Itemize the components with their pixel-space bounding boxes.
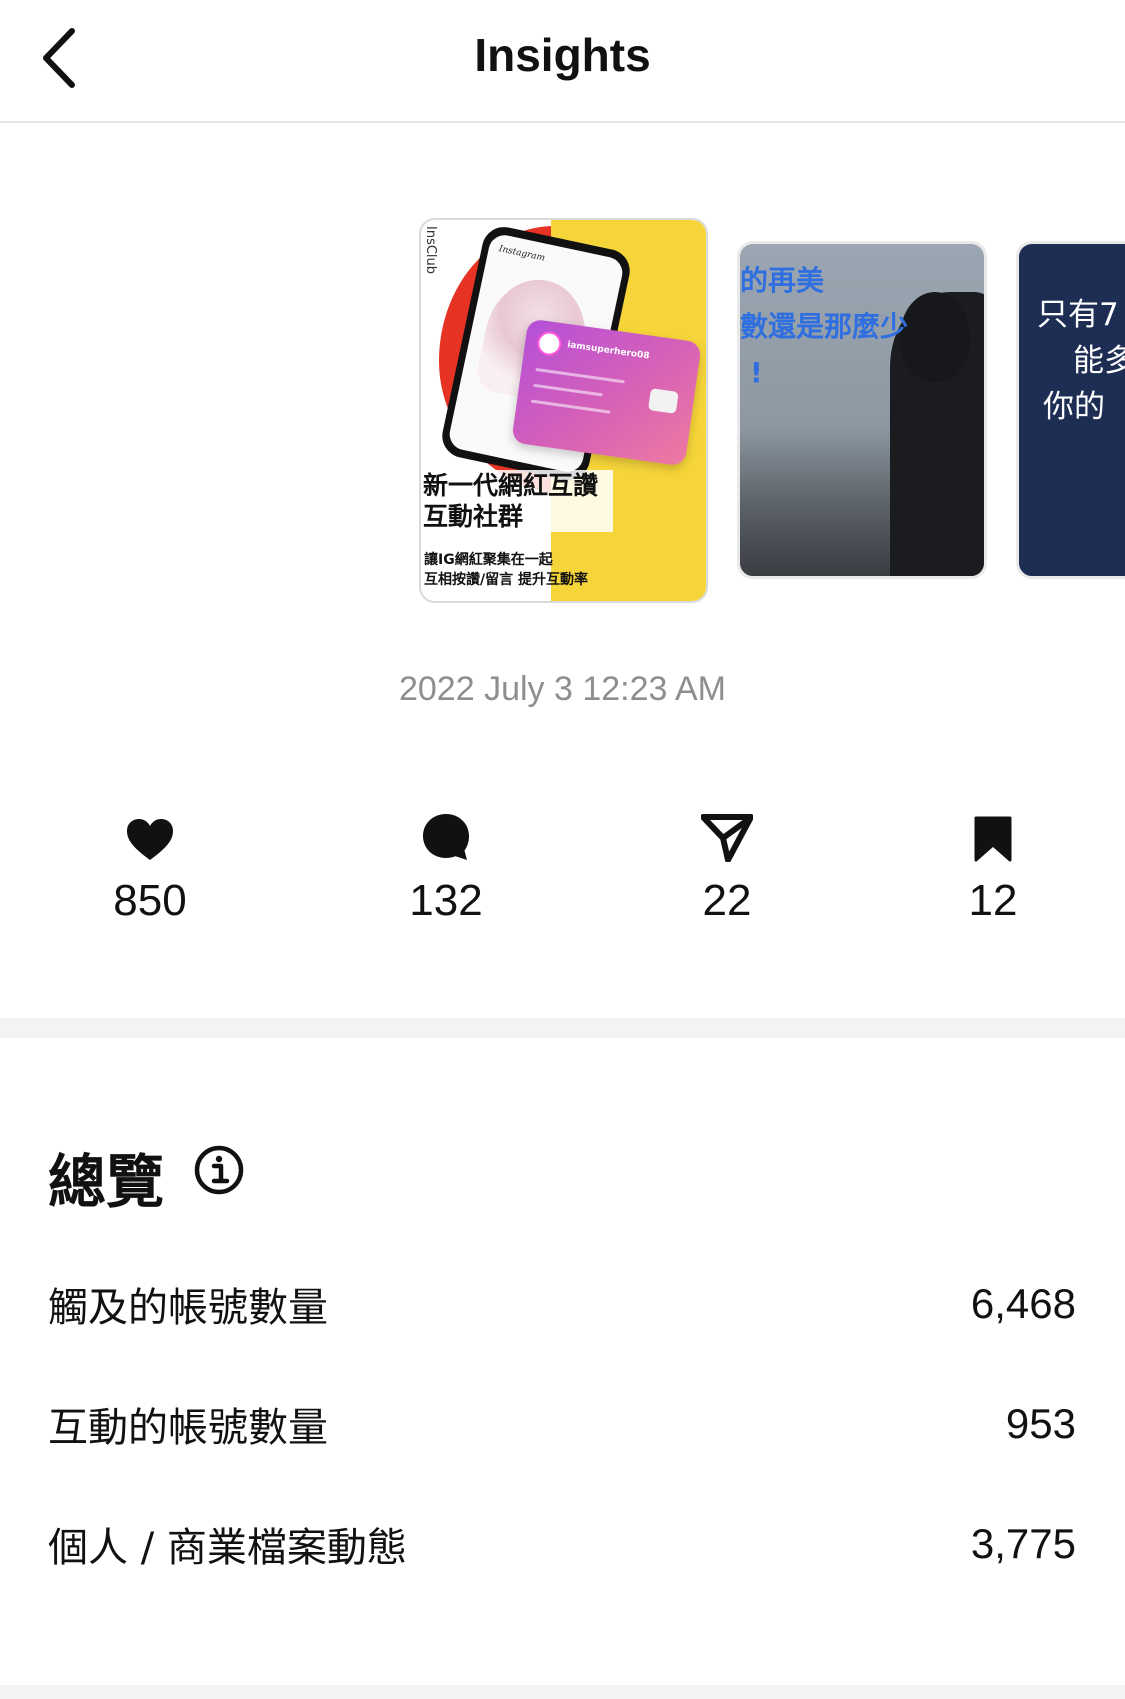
post-subtext: 讓IG網紅聚集在一起 互相按讚/留言 提升互動率 bbox=[424, 552, 588, 588]
header-bar: Insights bbox=[0, 0, 1125, 123]
row-label: 觸及的帳號數量 bbox=[48, 1285, 328, 1331]
bookmark-icon bbox=[974, 816, 1012, 862]
phone-app-name: Instagram bbox=[497, 244, 546, 264]
post-thumbnail-2[interactable]: 的再美 數還是那麼少 ! bbox=[737, 241, 987, 579]
saves-stat: 12 bbox=[893, 810, 1093, 926]
info-icon[interactable] bbox=[194, 1145, 244, 1195]
card-username: iamsuperhero08 bbox=[566, 340, 651, 362]
heart-icon bbox=[127, 819, 173, 860]
section-divider bbox=[0, 1018, 1125, 1038]
row-value: 953 bbox=[1005, 1400, 1076, 1447]
likes-stat: 850 bbox=[50, 810, 250, 926]
saves-count: 12 bbox=[968, 876, 1018, 925]
overview-title: 總覽 bbox=[48, 1148, 165, 1216]
comment-icon bbox=[423, 814, 469, 860]
comments-stat: 132 bbox=[346, 810, 546, 926]
likes-count: 850 bbox=[113, 876, 187, 925]
overview-row-engaged[interactable]: 互動的帳號數量 953 bbox=[48, 1394, 1076, 1454]
member-card-illustration: iamsuperhero08 bbox=[511, 318, 702, 467]
row-value: 3,775 bbox=[970, 1520, 1076, 1567]
brand-side-text: InsClub bbox=[423, 226, 438, 275]
row-value: 6,468 bbox=[970, 1280, 1076, 1327]
avatar bbox=[535, 330, 563, 358]
shares-stat: 22 bbox=[627, 810, 827, 926]
post-3-overlay-text: 只有7 能多 你的 bbox=[1037, 297, 1125, 425]
post-thumbnail-3[interactable]: 只有7 能多 你的 bbox=[1016, 241, 1125, 579]
overview-row-profile-activity[interactable]: 個人 / 商業檔案動態 3,775 bbox=[48, 1514, 1076, 1574]
send-icon bbox=[701, 814, 753, 862]
comments-count: 132 bbox=[409, 876, 483, 925]
bottom-divider bbox=[0, 1685, 1125, 1699]
page-title: Insights bbox=[474, 29, 651, 81]
overview-row-reach[interactable]: 觸及的帳號數量 6,468 bbox=[48, 1274, 1076, 1334]
post-timestamp: 2022 July 3 12:23 AM bbox=[398, 670, 726, 708]
row-label: 互動的帳號數量 bbox=[48, 1405, 328, 1451]
post-thumbnail-active[interactable]: InsClub Instagram iamsuperhero08 新一代網紅互讚… bbox=[419, 218, 708, 603]
post-headline: 新一代網紅互讚 互動社群 bbox=[423, 470, 613, 532]
shares-count: 22 bbox=[702, 876, 752, 925]
card-chip bbox=[647, 388, 679, 414]
post-carousel[interactable]: InsClub Instagram iamsuperhero08 新一代網紅互讚… bbox=[0, 123, 1125, 643]
post-2-overlay-text: 的再美 數還是那麼少 ! bbox=[740, 264, 909, 389]
row-label: 個人 / 商業檔案動態 bbox=[48, 1525, 407, 1571]
